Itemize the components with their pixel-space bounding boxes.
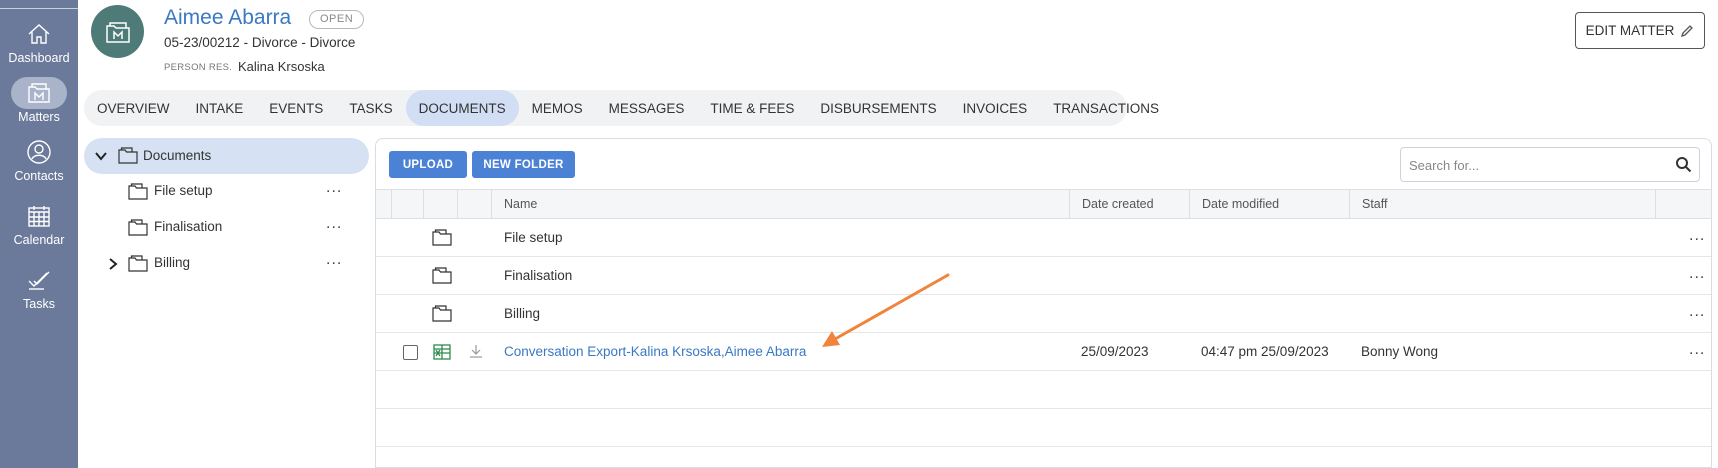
edit-matter-button[interactable]: EDIT MATTER xyxy=(1575,12,1705,49)
tree-item-billing[interactable]: Billing ... xyxy=(84,249,369,279)
tab-tasks[interactable]: TASKS xyxy=(336,90,405,126)
tab-overview[interactable]: OVERVIEW xyxy=(84,90,183,126)
folder-icon xyxy=(432,229,452,251)
nav-item-matters[interactable]: Matters xyxy=(0,77,78,139)
tree-root-documents[interactable]: Documents xyxy=(84,138,369,174)
tab-documents[interactable]: DOCUMENTS xyxy=(405,90,519,126)
nav-item-calendar[interactable]: Calendar xyxy=(0,200,78,262)
nav-item-contacts[interactable]: Contacts xyxy=(0,136,78,198)
client-name[interactable]: Aimee Abarra xyxy=(164,6,291,30)
excel-file-icon xyxy=(433,343,451,366)
chevron-right-icon[interactable] xyxy=(106,257,120,271)
folder-icon xyxy=(128,219,148,241)
table-row[interactable]: Conversation Export-Kalina Krsoska,Aimee… xyxy=(376,333,1711,371)
table-header: Name Date created Date modified Staff xyxy=(376,189,1711,219)
column-date-modified[interactable]: Date modified xyxy=(1189,190,1349,218)
pencil-icon xyxy=(1681,24,1694,37)
tab-messages[interactable]: MESSAGES xyxy=(596,90,698,126)
column-date-created[interactable]: Date created xyxy=(1069,190,1189,218)
column-action xyxy=(457,190,491,218)
column-type xyxy=(423,190,457,218)
tab-invoices[interactable]: INVOICES xyxy=(950,90,1041,126)
nav-label: Contacts xyxy=(14,169,64,183)
row-name[interactable]: File setup xyxy=(504,219,563,256)
column-more xyxy=(1655,190,1711,218)
nav-item-dashboard[interactable]: Dashboard xyxy=(0,18,78,80)
tab-transactions[interactable]: TRANSACTIONS xyxy=(1040,90,1172,126)
left-nav: Dashboard Matters Contacts Calendar Task xyxy=(0,0,78,468)
folder-icon xyxy=(118,147,138,169)
tasks-icon xyxy=(11,264,67,296)
nav-label: Dashboard xyxy=(8,51,70,65)
nav-label: Calendar xyxy=(13,233,65,247)
tab-time-fees[interactable]: TIME & FEES xyxy=(697,90,807,126)
matter-folder-icon xyxy=(105,21,130,43)
matter-tabs: OVERVIEW INTAKE EVENTS TASKS DOCUMENTS M… xyxy=(84,90,1159,126)
tree-item-finalisation[interactable]: Finalisation ... xyxy=(84,213,369,243)
matter-avatar xyxy=(91,5,144,58)
column-select xyxy=(391,190,423,218)
table-row[interactable]: Finalisation ... xyxy=(376,257,1711,295)
person-responsible-value: Kalina Krsoska xyxy=(238,59,325,74)
row-name[interactable]: Billing xyxy=(504,295,540,332)
documents-panel: UPLOAD NEW FOLDER Name Date created Date… xyxy=(375,138,1712,468)
search-icon[interactable] xyxy=(1675,156,1693,174)
new-folder-button[interactable]: NEW FOLDER xyxy=(472,151,575,178)
more-icon[interactable]: ... xyxy=(326,251,342,269)
search-input[interactable] xyxy=(1409,155,1659,175)
tree-item-label: Billing xyxy=(154,255,191,270)
matter-number-type: 05-23/00212 - Divorce - Divorce xyxy=(164,35,356,50)
status-badge: OPEN xyxy=(309,10,365,29)
document-link[interactable]: Conversation Export-Kalina Krsoska,Aimee… xyxy=(504,333,806,370)
tree-root-label: Documents xyxy=(143,148,212,163)
tab-events[interactable]: EVENTS xyxy=(256,90,336,126)
folder-icon xyxy=(128,183,148,205)
nav-item-tasks[interactable]: Tasks xyxy=(0,264,78,326)
nav-label: Tasks xyxy=(23,297,55,311)
tab-disbursements[interactable]: DISBURSEMENTS xyxy=(807,90,949,126)
empty-row xyxy=(376,409,1711,447)
tab-memos[interactable]: MEMOS xyxy=(519,90,596,126)
row-date-modified: 04:47 pm 25/09/2023 xyxy=(1201,344,1329,359)
home-icon xyxy=(11,18,67,50)
upload-button[interactable]: UPLOAD xyxy=(389,151,467,178)
tree-item-label: Finalisation xyxy=(154,219,223,234)
table-row[interactable]: File setup ... xyxy=(376,219,1711,257)
folder-icon xyxy=(128,255,148,277)
more-icon[interactable]: ... xyxy=(1689,341,1705,359)
person-responsible-label: PERSON RES. xyxy=(164,62,233,73)
empty-row xyxy=(376,371,1711,409)
more-icon[interactable]: ... xyxy=(326,215,342,233)
folder-icon xyxy=(432,267,452,289)
table-row[interactable]: Billing ... xyxy=(376,295,1711,333)
more-icon[interactable]: ... xyxy=(326,179,342,197)
contacts-icon xyxy=(11,136,67,168)
nav-divider xyxy=(0,8,78,9)
matters-icon xyxy=(11,77,67,109)
edit-matter-label: EDIT MATTER xyxy=(1585,23,1675,38)
tab-intake[interactable]: INTAKE xyxy=(183,90,257,126)
calendar-icon xyxy=(11,200,67,232)
more-icon[interactable]: ... xyxy=(1689,227,1705,245)
row-name[interactable]: Finalisation xyxy=(504,257,572,294)
chevron-down-icon[interactable] xyxy=(94,149,108,163)
nav-label: Matters xyxy=(18,110,60,124)
tree-item-label: File setup xyxy=(154,183,213,198)
folder-icon xyxy=(432,305,452,327)
row-staff: Bonny Wong xyxy=(1361,344,1439,359)
search-box xyxy=(1400,147,1700,182)
row-date-created: 25/09/2023 xyxy=(1081,344,1149,359)
more-icon[interactable]: ... xyxy=(1689,303,1705,321)
column-name[interactable]: Name xyxy=(491,190,1069,218)
tree-item-file-setup[interactable]: File setup ... xyxy=(84,177,369,207)
app-root: Dashboard Matters Contacts Calendar Task xyxy=(0,0,1718,468)
column-staff[interactable]: Staff xyxy=(1349,190,1655,218)
more-icon[interactable]: ... xyxy=(1689,265,1705,283)
row-checkbox[interactable] xyxy=(403,345,418,360)
download-icon[interactable] xyxy=(467,343,485,366)
